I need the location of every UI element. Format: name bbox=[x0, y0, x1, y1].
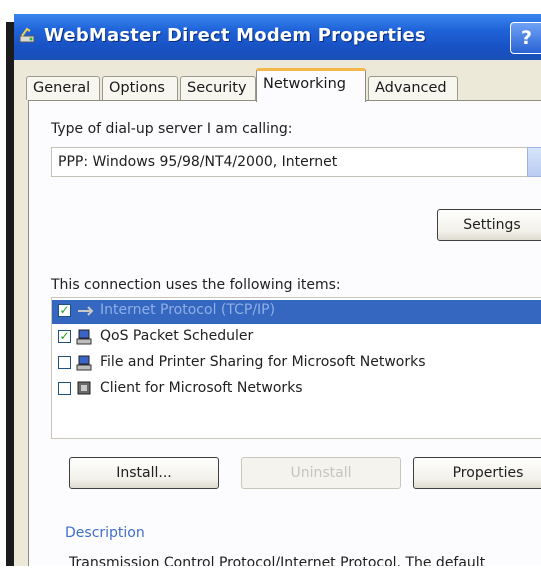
items-label: This connection uses the following items… bbox=[51, 277, 341, 293]
list-item[interactable]: ✓ QoS Packet Scheduler bbox=[52, 326, 541, 350]
modem-connection-icon bbox=[19, 27, 35, 43]
install-button[interactable]: Install... bbox=[69, 457, 219, 489]
tab-general[interactable]: General bbox=[26, 76, 100, 100]
window-title: WebMaster Direct Modem Properties bbox=[44, 25, 426, 46]
settings-button[interactable]: Settings bbox=[437, 209, 541, 241]
list-item-label: Client for Microsoft Networks bbox=[100, 380, 303, 396]
tab-security[interactable]: Security bbox=[180, 76, 256, 100]
network-client-icon bbox=[77, 381, 91, 395]
dropdown-arrow-icon[interactable] bbox=[527, 147, 541, 177]
tab-strip: General Options Security Networking Adva… bbox=[14, 68, 541, 102]
image-border bbox=[0, 566, 541, 578]
tab-networking[interactable]: Networking bbox=[256, 68, 366, 102]
list-item[interactable]: Client for Microsoft Networks bbox=[52, 378, 541, 402]
checkbox[interactable]: ✓ bbox=[58, 330, 71, 343]
networking-panel: Type of dial-up server I am calling: PPP… bbox=[28, 100, 541, 567]
help-button[interactable]: ? bbox=[510, 22, 541, 54]
properties-dialog: WebMaster Direct Modem Properties ? Gene… bbox=[14, 14, 541, 567]
tab-options[interactable]: Options bbox=[102, 76, 178, 100]
checkbox[interactable] bbox=[58, 356, 71, 369]
network-service-icon bbox=[76, 329, 92, 345]
tab-advanced[interactable]: Advanced bbox=[368, 76, 458, 100]
list-item-label: File and Printer Sharing for Microsoft N… bbox=[100, 354, 426, 370]
server-type-select[interactable]: PPP: Windows 95/98/NT4/2000, Internet bbox=[51, 147, 529, 177]
components-list[interactable]: ✓ Internet Protocol (TCP/IP) ✓ QoS Packe… bbox=[51, 297, 541, 439]
network-service-icon bbox=[76, 355, 92, 371]
uninstall-button[interactable]: Uninstall bbox=[241, 457, 401, 489]
list-item-label: QoS Packet Scheduler bbox=[100, 328, 254, 344]
list-item-label: Internet Protocol (TCP/IP) bbox=[100, 302, 276, 318]
protocol-icon bbox=[78, 306, 94, 316]
title-bar[interactable]: WebMaster Direct Modem Properties ? bbox=[14, 14, 541, 60]
checkbox[interactable]: ✓ bbox=[58, 304, 71, 317]
properties-button[interactable]: Properties bbox=[413, 457, 541, 489]
checkbox[interactable] bbox=[58, 382, 71, 395]
description-group-title: Description bbox=[65, 525, 145, 541]
server-type-label: Type of dial-up server I am calling: bbox=[51, 121, 293, 137]
list-item[interactable]: File and Printer Sharing for Microsoft N… bbox=[52, 352, 541, 376]
list-item[interactable]: ✓ Internet Protocol (TCP/IP) bbox=[52, 300, 541, 324]
